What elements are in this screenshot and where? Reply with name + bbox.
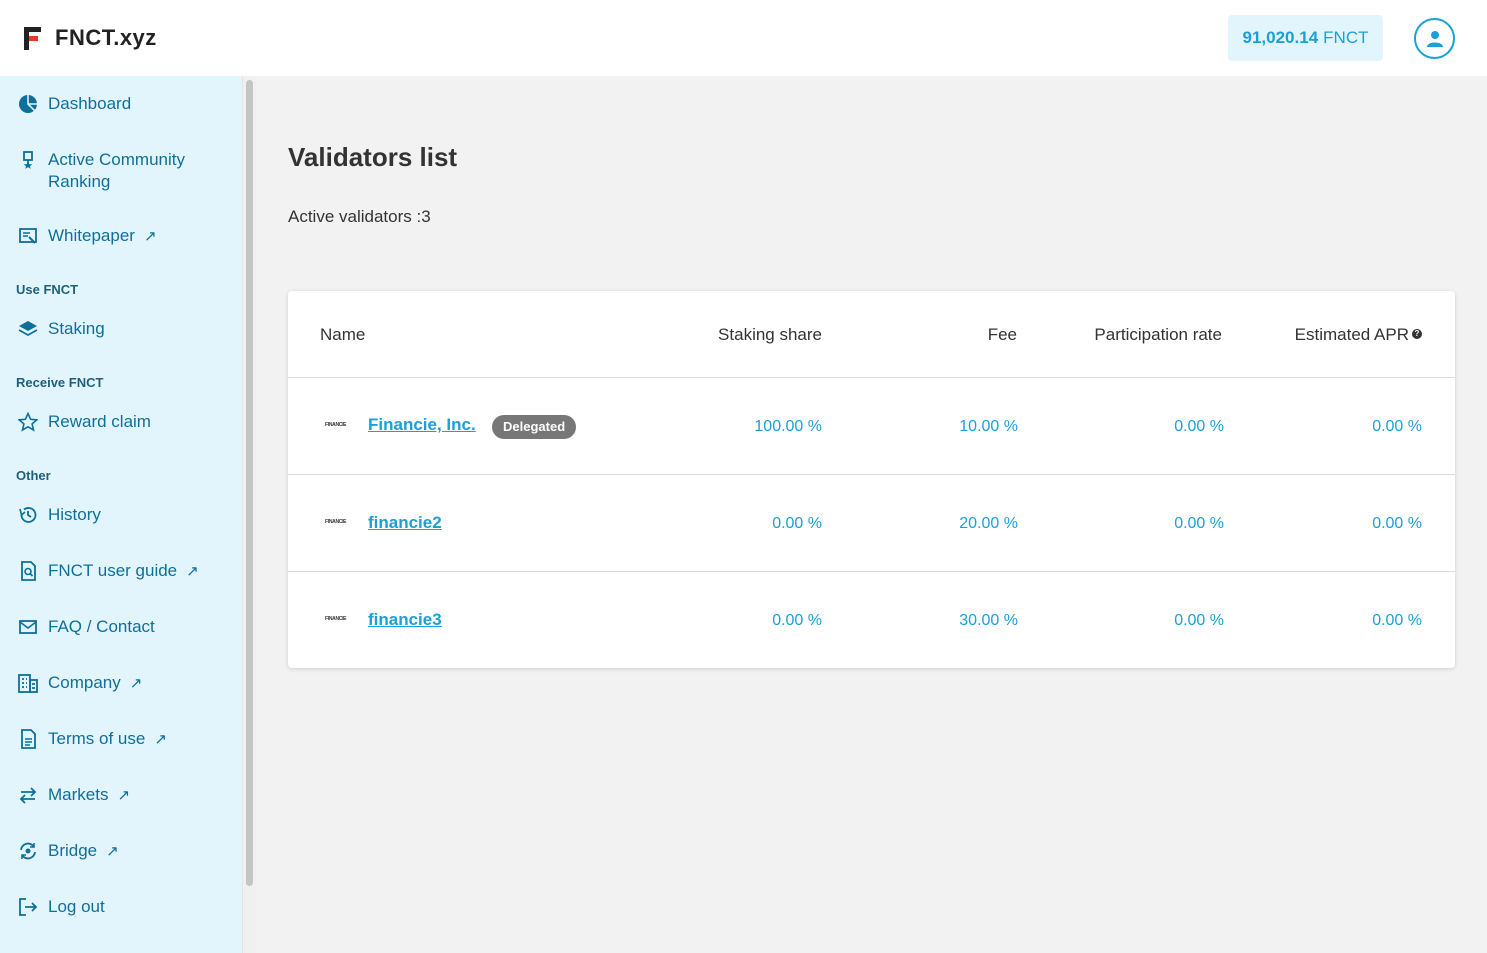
sidebar-item-label: History — [48, 505, 101, 524]
section-label-other: Other — [16, 468, 51, 483]
participation-rate-value: 0.00 % — [1174, 612, 1224, 629]
sidebar-item-label: FNCT user guide — [48, 561, 178, 580]
active-validators-count: Active validators :3 — [288, 207, 431, 226]
sidebar-item-label: Reward claim — [48, 412, 151, 431]
external-link-icon: ↗ — [129, 675, 143, 692]
app-logo[interactable]: FNCT.xyz — [24, 25, 157, 51]
user-icon — [1426, 30, 1443, 47]
sidebar-item-staking[interactable]: Staking — [18, 319, 105, 339]
sidebar-scrollbar[interactable] — [242, 76, 256, 953]
sidebar-item-label: Company — [48, 673, 121, 692]
divider — [288, 571, 1455, 572]
sidebar-item-dashboard[interactable]: Dashboard — [18, 94, 131, 114]
sidebar-item-label: Dashboard — [48, 94, 132, 113]
validator-logo: FINANCIE — [325, 519, 347, 525]
layers-icon — [18, 319, 38, 339]
arrows-icon — [18, 785, 38, 805]
sidebar-item-company[interactable]: Company ↗ — [18, 673, 142, 693]
external-link-icon: ↗ — [117, 787, 131, 804]
logo-text: FNCT.xyz — [55, 25, 157, 50]
sidebar-item-label-group: Active Community Ranking — [48, 149, 185, 193]
column-header-participation-rate: Participation rate — [1094, 325, 1222, 344]
page-title: Validators list — [288, 142, 458, 172]
sidebar-item-reward-claim[interactable]: Reward claim — [18, 412, 151, 432]
guide-icon — [18, 561, 38, 581]
star-icon — [18, 412, 38, 432]
staking-share-value: 0.00 % — [772, 612, 822, 629]
bridge-icon — [18, 841, 38, 861]
validators-table: Name Staking share Fee Participation rat… — [288, 291, 1455, 668]
staking-share-value: 100.00 % — [754, 418, 822, 435]
column-header-estimated-apr[interactable]: Estimated APR? — [1295, 325, 1422, 345]
top-header: FNCT.xyz 91,020.14 FNCT — [0, 0, 1487, 76]
sidebar-item-faq-contact[interactable]: FAQ / Contact — [18, 617, 155, 637]
mail-icon — [18, 617, 38, 637]
logout-icon — [18, 897, 38, 917]
fee-value: 30.00 % — [959, 612, 1018, 629]
column-header-fee: Fee — [987, 325, 1017, 344]
column-header-label: Estimated APR — [1294, 325, 1409, 344]
balance-amount: 91,020.14 — [1242, 28, 1319, 47]
fee-value: 20.00 % — [959, 515, 1018, 532]
column-header-staking-share: Staking share — [718, 325, 822, 344]
sidebar-item-logout[interactable]: Log out — [18, 897, 105, 917]
fee-value: 10.00 % — [959, 418, 1018, 435]
fnct-logo-icon — [24, 26, 41, 50]
validator-name-link[interactable]: Financie, Inc. — [368, 415, 476, 435]
validator-logo: FINANCIE — [325, 616, 347, 622]
estimated-apr-value: 0.00 % — [1372, 612, 1422, 629]
validator-name-link[interactable]: financie3 — [368, 610, 442, 630]
sidebar-item-label: Active Community — [48, 150, 185, 169]
sidebar-item-whitepaper[interactable]: Whitepaper ↗ — [18, 226, 157, 246]
estimated-apr-value: 0.00 % — [1372, 418, 1422, 435]
participation-rate-value: 0.00 % — [1174, 515, 1224, 532]
medal-icon — [18, 151, 38, 171]
sidebar-item-terms[interactable]: Terms of use ↗ — [18, 729, 167, 749]
terms-icon — [18, 729, 38, 749]
estimated-apr-value: 0.00 % — [1372, 515, 1422, 532]
external-link-icon: ↗ — [154, 731, 167, 748]
participation-rate-value: 0.00 % — [1174, 418, 1224, 435]
sidebar-item-markets[interactable]: Markets ↗ — [18, 785, 130, 805]
sidebar-item-label: Whitepaper — [48, 226, 135, 245]
staking-share-value: 0.00 % — [772, 515, 822, 532]
delegated-badge: Delegated — [492, 415, 577, 439]
document-icon — [18, 226, 38, 246]
divider — [288, 474, 1455, 475]
section-label-use: Use FNCT — [16, 282, 79, 297]
sidebar-item-history[interactable]: History — [18, 505, 101, 525]
sidebar-item-label: Bridge — [48, 841, 98, 860]
building-icon — [18, 673, 38, 693]
sidebar-item-label: Staking — [48, 319, 105, 338]
validator-name-link[interactable]: financie2 — [368, 513, 442, 533]
divider — [288, 377, 1455, 378]
help-icon[interactable]: ? — [1412, 329, 1422, 339]
sidebar-item-user-guide[interactable]: FNCT user guide ↗ — [18, 561, 199, 581]
sidebar-item-label: Markets — [48, 785, 109, 804]
sidebar-item-label: Log out — [48, 897, 105, 916]
history-icon — [18, 505, 38, 525]
user-avatar-button[interactable] — [1414, 18, 1455, 59]
external-link-icon: ↗ — [106, 843, 119, 860]
sidebar-item-label: FAQ / Contact — [48, 617, 155, 636]
sidebar-item-label-line2: Ranking — [48, 172, 111, 191]
sidebar-item-label: Terms of use — [48, 729, 146, 748]
sidebar-item-ranking[interactable]: Active Community Ranking — [18, 149, 185, 193]
external-link-icon: ↗ — [186, 563, 199, 580]
pie-chart-icon — [18, 94, 38, 114]
validator-logo: FINANCIE — [325, 422, 347, 428]
scrollbar-thumb[interactable] — [246, 80, 253, 886]
balance-unit: FNCT — [1323, 28, 1369, 47]
external-link-icon: ↗ — [143, 228, 157, 245]
section-label-receive: Receive FNCT — [16, 375, 104, 390]
balance-display[interactable]: 91,020.14 FNCT — [1228, 15, 1383, 61]
column-header-name: Name — [320, 325, 366, 344]
sidebar-item-bridge[interactable]: Bridge ↗ — [18, 841, 119, 861]
